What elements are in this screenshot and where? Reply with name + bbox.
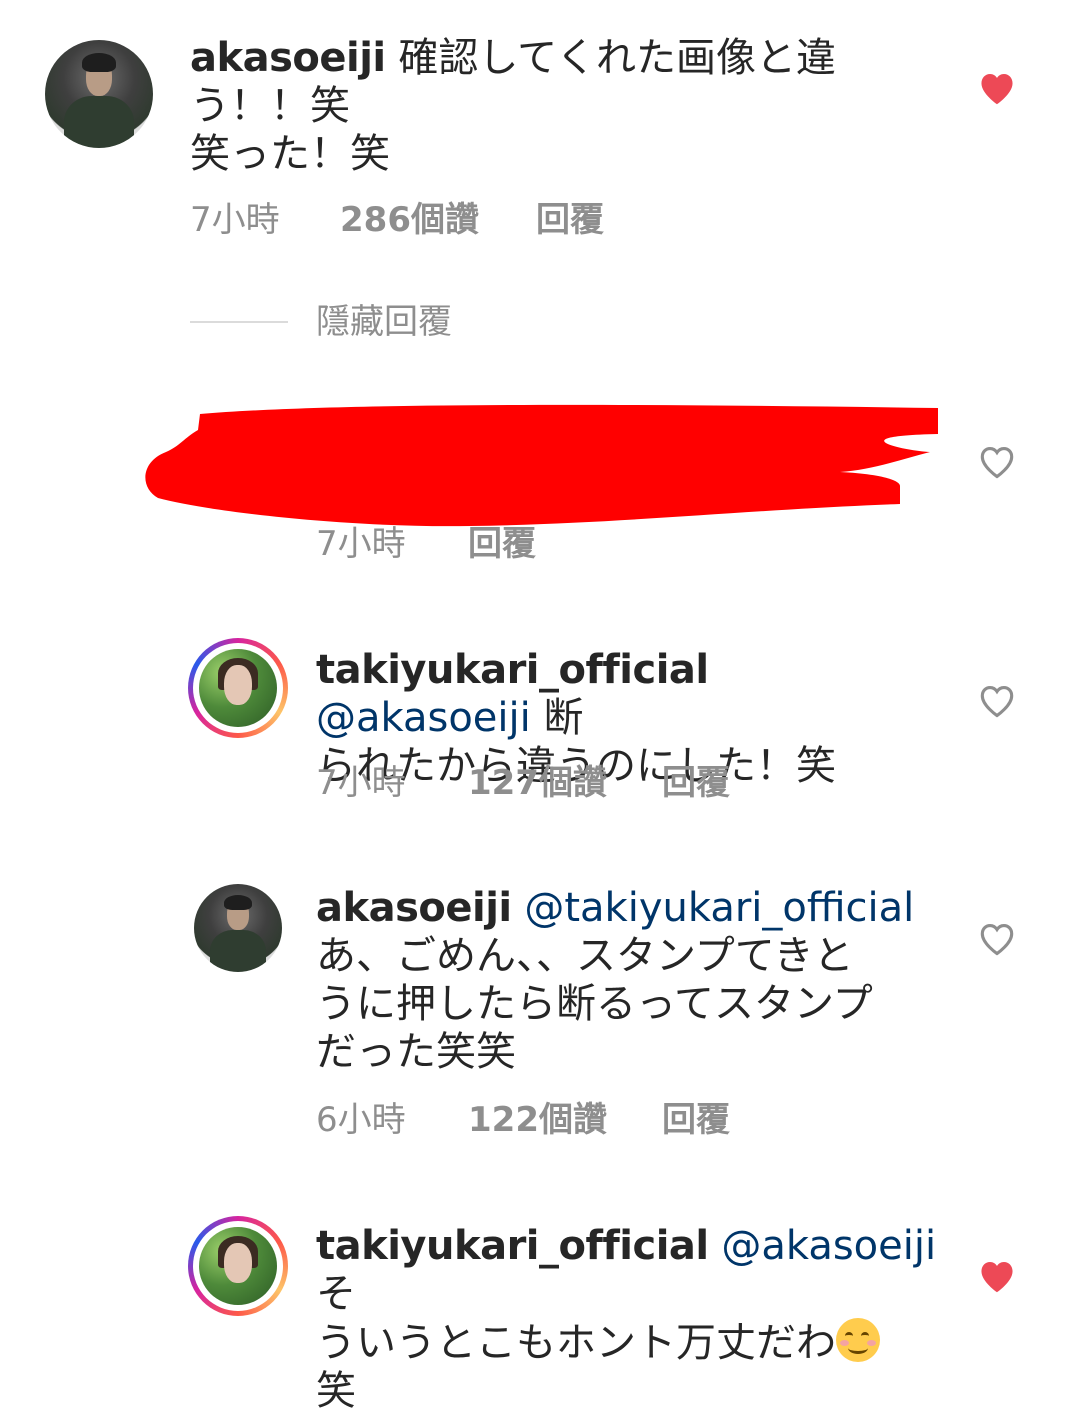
username[interactable]: takiyukari_official (316, 647, 709, 693)
mention-link[interactable]: @akasoeiji (316, 695, 531, 741)
comment-text: takiyukari_official @akasoeiji 断 られたから違う… (316, 646, 936, 790)
smiling-face-icon (836, 1318, 880, 1362)
heart-filled-icon[interactable] (976, 1256, 1018, 1294)
comment-body: 確認してくれた画像と違 (398, 35, 836, 81)
replies-divider (190, 321, 288, 323)
comment-body: だった笑笑 (316, 1029, 516, 1075)
avatar[interactable] (45, 40, 153, 148)
timestamp: 6小時 (316, 1100, 406, 1140)
username[interactable]: akasoeiji (190, 35, 386, 81)
comment-body: あ、ごめん、、スタンプてきと (316, 933, 854, 979)
reply-button[interactable]: 回覆 (662, 763, 730, 803)
comment-text: akasoeiji 確認してくれた画像と違 う！！笑 笑った！笑 (190, 34, 950, 178)
username[interactable]: akasoeiji (316, 885, 512, 931)
heart-outline-icon[interactable] (976, 681, 1018, 719)
avatar[interactable] (194, 884, 282, 972)
comment-body: う！！笑 (190, 83, 350, 129)
username[interactable]: takiyukari_official (316, 1223, 709, 1269)
mention-link[interactable]: @akasoeiji (721, 1223, 936, 1269)
reply-button[interactable]: 回覆 (662, 1100, 730, 1140)
comment-text: akasoeiji @takiyukari_official あ、ごめん、、スタ… (316, 884, 956, 1076)
heart-outline-icon[interactable] (976, 442, 1018, 480)
likes-count[interactable]: 286個讚 (340, 200, 479, 240)
hide-replies-button[interactable]: 隱藏回覆 (316, 300, 452, 344)
comment-body: そ (316, 1271, 356, 1317)
reply-button[interactable]: 回覆 (468, 524, 536, 564)
heart-outline-icon[interactable] (976, 919, 1018, 957)
likes-count[interactable]: 127個讚 (468, 763, 607, 803)
comment-body: 断 (543, 695, 584, 741)
timestamp: 7小時 (316, 524, 406, 564)
comment-body: うに押したら断るってスタンプ (316, 981, 873, 1027)
heart-filled-icon[interactable] (976, 68, 1018, 106)
likes-count[interactable]: 122個讚 (468, 1100, 607, 1140)
timestamp: 7小時 (190, 200, 280, 240)
redaction-scribble (145, 404, 939, 527)
comment-text: takiyukari_official @akasoeiji そ ういうとこもホ… (316, 1222, 956, 1415)
avatar-story-ring[interactable] (188, 638, 288, 738)
comment-body: 笑った！笑 (190, 131, 390, 177)
avatar-story-ring[interactable] (188, 1216, 288, 1316)
reply-button[interactable]: 回覆 (536, 200, 604, 240)
mention-link[interactable]: @takiyukari_official (524, 885, 914, 931)
comment-body: ういうとこもホント万丈だわ (316, 1320, 836, 1366)
comment-body: 笑 (316, 1368, 356, 1414)
timestamp: 7小時 (316, 763, 406, 803)
